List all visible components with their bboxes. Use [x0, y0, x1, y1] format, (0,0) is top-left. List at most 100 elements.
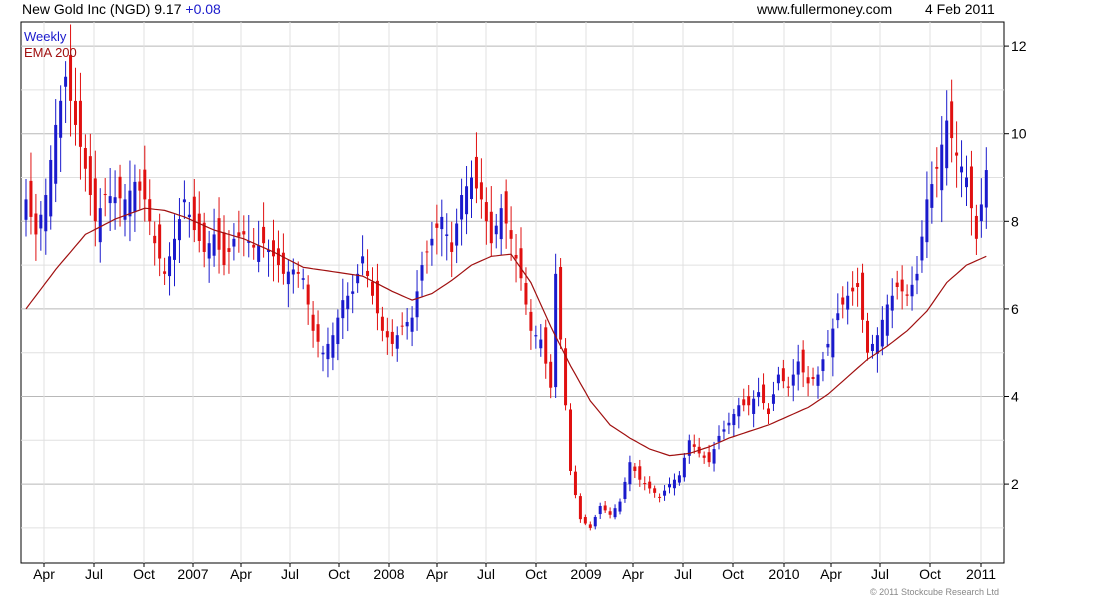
candle-body	[712, 449, 716, 464]
x-tick-label: Apr	[622, 566, 644, 582]
x-tick-label: Oct	[525, 566, 547, 582]
candle-body	[227, 248, 231, 252]
candle-body	[816, 374, 820, 386]
candle-body	[474, 156, 478, 189]
x-tick-label: Jul	[871, 566, 889, 582]
candle-body	[955, 152, 959, 156]
x-tick-label: 2008	[373, 566, 404, 582]
candle-body	[935, 166, 939, 169]
x-tick-label: Jul	[85, 566, 103, 582]
y-tick-label: 10	[1011, 126, 1027, 142]
candle-body	[445, 234, 449, 236]
candle-body	[74, 100, 77, 125]
candle-body	[262, 226, 266, 244]
candle-body	[148, 199, 152, 222]
candle-body	[385, 331, 389, 338]
candle-body	[509, 230, 513, 239]
candle-body	[93, 178, 97, 222]
candle-body	[212, 234, 216, 256]
candle-body	[519, 248, 523, 279]
candle-body	[366, 270, 370, 277]
y-tick-label: 8	[1011, 213, 1019, 229]
candle-body	[182, 199, 186, 203]
candle-body	[920, 236, 924, 261]
candle-body	[306, 284, 310, 305]
candle-body	[613, 508, 617, 518]
candle-body	[455, 223, 459, 246]
candle-body	[593, 516, 597, 527]
candle-body	[177, 219, 181, 241]
candle-body	[979, 204, 983, 222]
x-tick-label: Oct	[919, 566, 941, 582]
candle-body	[470, 177, 473, 200]
candle-body	[752, 398, 756, 414]
candle-body	[128, 190, 132, 217]
candle-body	[915, 273, 919, 281]
candle-body	[123, 199, 127, 220]
candle-body	[440, 216, 444, 230]
candle-body	[187, 214, 191, 218]
candle-body	[494, 225, 498, 235]
x-tick-label: 2007	[177, 566, 208, 582]
candle-body	[217, 218, 221, 250]
candle-body	[341, 300, 345, 319]
candle-body	[44, 195, 48, 232]
candle-body	[801, 349, 805, 373]
candle-body	[583, 517, 587, 524]
candle-body	[291, 269, 295, 275]
candle-body	[732, 414, 736, 426]
candle-body	[786, 386, 790, 388]
candle-body	[361, 256, 365, 264]
candle-body	[103, 193, 107, 196]
candle-body	[207, 243, 211, 259]
candle-body	[885, 304, 889, 336]
candle-body	[762, 384, 766, 404]
candle-body	[742, 399, 746, 406]
x-tick-label: Jul	[477, 566, 495, 582]
candle-body	[722, 429, 726, 432]
x-tick-label: Jul	[674, 566, 692, 582]
candle-body	[153, 235, 157, 244]
candle-body	[969, 166, 973, 209]
candle-body	[717, 435, 721, 442]
candle-body	[549, 361, 553, 388]
candle-body	[232, 238, 236, 247]
candle-body	[534, 335, 538, 337]
candle-body	[677, 475, 681, 483]
candle-body	[202, 222, 206, 252]
candle-body	[375, 280, 379, 314]
x-tick-label: Oct	[328, 566, 350, 582]
candle-body	[771, 394, 775, 404]
candle-body	[54, 124, 58, 184]
candle-body	[499, 208, 503, 240]
candle-body	[435, 223, 439, 228]
candle-body	[83, 148, 87, 169]
candle-body	[781, 368, 785, 382]
candle-body	[272, 240, 275, 257]
candle-body	[143, 169, 147, 200]
candle-body	[737, 405, 741, 417]
candle-body	[663, 490, 667, 496]
candle-body	[727, 422, 731, 426]
candle-body	[197, 213, 201, 242]
candle-body	[64, 76, 68, 87]
candle-body	[846, 295, 850, 310]
candle-body	[851, 287, 855, 292]
candle-body	[806, 377, 810, 384]
candle-body	[757, 392, 761, 398]
candle-body	[286, 271, 290, 285]
candle-body	[133, 181, 137, 213]
candle-body	[420, 265, 424, 281]
candle-body	[559, 266, 563, 340]
candle-body	[841, 297, 845, 305]
y-tick-label: 12	[1011, 38, 1027, 54]
candle-body	[895, 282, 899, 287]
x-tick-label: Apr	[426, 566, 448, 582]
candle-body	[573, 471, 577, 496]
candle-body	[311, 314, 315, 331]
candle-body	[276, 248, 280, 266]
legend-weekly: Weekly	[24, 29, 67, 44]
candle-body	[78, 100, 82, 147]
candle-body	[395, 335, 399, 349]
candle-body	[875, 335, 879, 354]
